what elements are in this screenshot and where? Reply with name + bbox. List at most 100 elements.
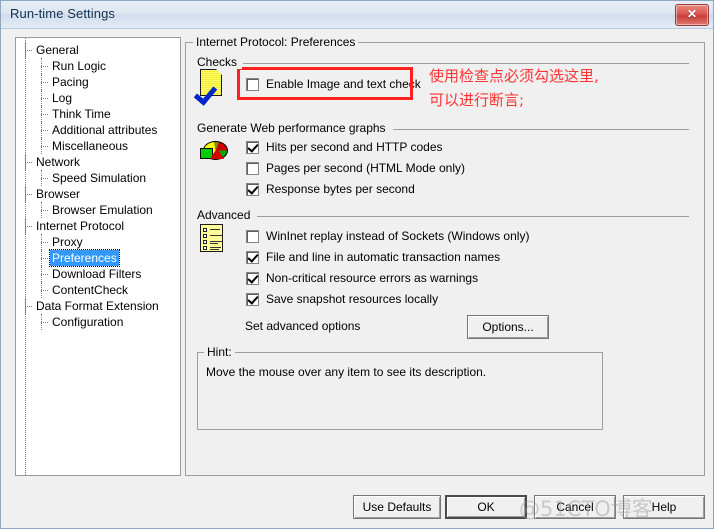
checkbox-label: Pages per second (HTML Mode only) <box>266 161 465 175</box>
checkbox-label: Hits per second and HTTP codes <box>266 140 443 154</box>
page-shape <box>200 224 223 252</box>
tree-item-label: General <box>36 43 79 57</box>
ok-button[interactable]: OK <box>445 495 527 519</box>
annotation-text-line2: 可以进行断言; <box>429 91 525 109</box>
tree-item-label: Miscellaneous <box>52 139 129 153</box>
enable-image-and-text-check-checkbox[interactable]: Enable Image and text check <box>246 76 421 92</box>
hint-title: Hint: <box>204 345 235 359</box>
checkbox-box[interactable] <box>246 292 259 306</box>
tree-item-label: Think Time <box>52 107 111 121</box>
tree-item-label: Preferences <box>49 249 120 267</box>
checkbox-box[interactable] <box>246 140 259 154</box>
response-bytes-per-second-checkbox[interactable]: Response bytes per second <box>246 181 415 197</box>
close-icon[interactable]: ✕ <box>675 4 709 26</box>
tree-item-miscellaneous[interactable]: Miscellaneous <box>16 138 180 154</box>
list-mark <box>203 228 207 232</box>
checkbox-box[interactable] <box>246 182 259 196</box>
tree-item-label: Additional attributes <box>52 123 158 137</box>
settings-tree[interactable]: General Run Logic Pacing Log Think Time … <box>15 37 181 476</box>
pages-per-second-checkbox[interactable]: Pages per second (HTML Mode only) <box>246 160 465 176</box>
pie-red-wedge <box>210 148 224 159</box>
list-row <box>203 246 222 250</box>
checks-group-rule <box>243 63 689 64</box>
tree-item-label: Run Logic <box>52 59 107 73</box>
file-and-line-transaction-names-checkbox[interactable]: File and line in automatic transaction n… <box>246 249 500 265</box>
hits-per-second-checkbox[interactable]: Hits per second and HTTP codes <box>246 139 443 155</box>
list-mark <box>203 234 207 238</box>
tree-item-browser-emulation[interactable]: Browser Emulation <box>16 202 180 218</box>
hint-box: Hint: Move the mouse over any item to se… <box>197 345 603 430</box>
tree-item-label: Proxy <box>52 235 83 249</box>
tree-item-general[interactable]: General <box>16 42 180 58</box>
tree-item-speed-simulation[interactable]: Speed Simulation <box>16 170 180 186</box>
checkbox-label: WinInet replay instead of Sockets (Windo… <box>266 229 530 243</box>
tree-item-label: Log <box>52 91 73 105</box>
list-mark <box>203 240 207 244</box>
tree-item-contentcheck[interactable]: ContentCheck <box>16 282 180 298</box>
tree-item-pacing[interactable]: Pacing <box>16 74 180 90</box>
tree-item-preferences[interactable]: Preferences <box>16 249 180 267</box>
tree-item-download-filters[interactable]: Download Filters <box>16 266 180 282</box>
tree-item-label: Speed Simulation <box>52 171 147 185</box>
tree-item-label: Browser Emulation <box>52 203 153 217</box>
checkbox-label: Response bytes per second <box>266 182 415 196</box>
checkbox-box[interactable] <box>246 271 259 285</box>
page-fold <box>216 69 224 77</box>
list-row <box>203 234 222 238</box>
close-glyph: ✕ <box>686 7 698 21</box>
pie-chart-icon <box>200 139 230 165</box>
graphs-group-rule <box>393 129 689 130</box>
tree-item-proxy[interactable]: Proxy <box>16 234 180 250</box>
checkbox-box[interactable] <box>246 161 259 175</box>
set-advanced-options-label: Set advanced options <box>245 319 361 333</box>
save-snapshot-resources-checkbox[interactable]: Save snapshot resources locally <box>246 291 438 307</box>
checkbox-label: File and line in automatic transaction n… <box>266 250 501 264</box>
tree-item-browser[interactable]: Browser <box>16 186 180 202</box>
checkbox-label: Save snapshot resources locally <box>266 292 439 306</box>
hint-text: Move the mouse over any item to see its … <box>206 365 487 379</box>
checkbox-box[interactable] <box>246 229 259 243</box>
tree-item-additional-attributes[interactable]: Additional attributes <box>16 122 180 138</box>
tree-item-label: Data Format Extension <box>36 299 159 313</box>
tree-item-data-format-extension[interactable]: Data Format Extension <box>16 298 180 314</box>
panel-title: Internet Protocol: Preferences <box>193 35 359 49</box>
cancel-button[interactable]: Cancel <box>534 495 616 519</box>
checkbox-box[interactable] <box>246 250 259 264</box>
tree-item-log[interactable]: Log <box>16 90 180 106</box>
list-line <box>210 229 220 230</box>
checks-group-title: Checks <box>197 55 243 69</box>
checkbox-box[interactable] <box>246 77 259 91</box>
window-title: Run-time Settings <box>10 6 116 21</box>
list-row <box>203 240 223 244</box>
list-line <box>210 249 219 250</box>
non-critical-errors-as-warnings-checkbox[interactable]: Non-critical resource errors as warnings <box>246 270 478 286</box>
tree-item-label: Browser <box>36 187 81 201</box>
tree-item-think-time[interactable]: Think Time <box>16 106 180 122</box>
list-row <box>203 228 222 232</box>
advanced-group-title: Advanced <box>197 208 256 222</box>
tree-item-label: Internet Protocol <box>36 219 125 233</box>
use-defaults-button[interactable]: Use Defaults <box>353 495 441 519</box>
options-button[interactable]: Options... <box>467 315 549 339</box>
tree-item-label: Pacing <box>52 75 89 89</box>
runtime-settings-dialog: Run-time Settings ✕ General Run Logic Pa… <box>0 0 714 529</box>
tree-item-label: Download Filters <box>52 267 142 281</box>
wininet-replay-checkbox[interactable]: WinInet replay instead of Sockets (Windo… <box>246 228 529 244</box>
tree-item-internet-protocol[interactable]: Internet Protocol <box>16 218 180 234</box>
tree-item-configuration[interactable]: Configuration <box>16 314 180 330</box>
title-bar: Run-time Settings ✕ <box>1 1 713 29</box>
tree-item-label: Configuration <box>52 315 124 329</box>
list-line <box>210 243 218 244</box>
list-line <box>210 235 222 236</box>
tree-item-label: ContentCheck <box>52 283 129 297</box>
tree-item-network[interactable]: Network <box>16 154 180 170</box>
list-line <box>210 247 221 248</box>
list-mark <box>203 246 207 250</box>
advanced-options-icon <box>200 224 227 255</box>
checkbox-label: Non-critical resource errors as warnings <box>266 271 479 285</box>
help-button[interactable]: Help <box>623 495 705 519</box>
checkbox-label: Enable Image and text check <box>266 77 421 91</box>
advanced-group-rule <box>257 216 689 217</box>
tree-item-run-logic[interactable]: Run Logic <box>16 58 180 74</box>
graphs-group-title: Generate Web performance graphs <box>197 121 391 135</box>
